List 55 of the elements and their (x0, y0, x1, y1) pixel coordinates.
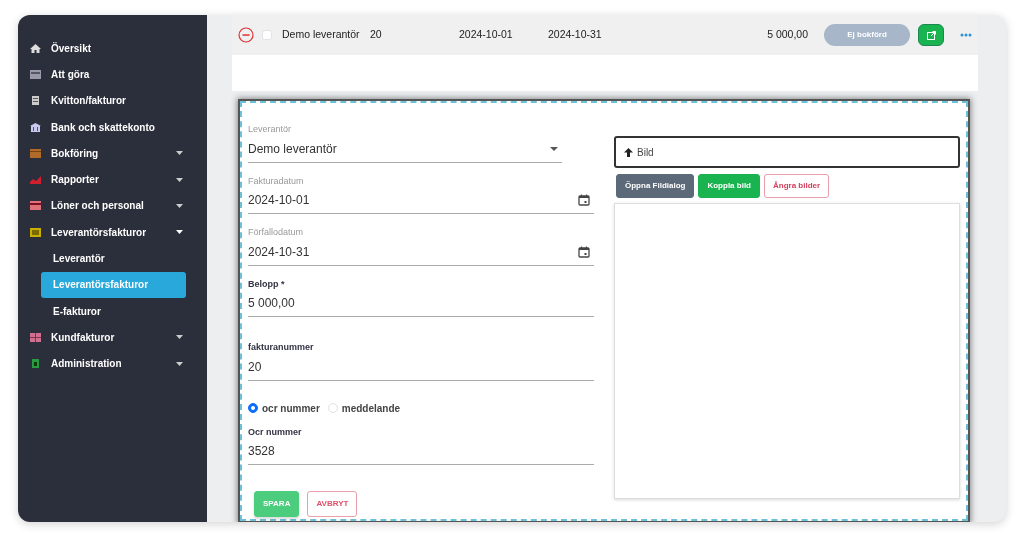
input-field[interactable]: 20 (248, 354, 594, 381)
invoice-icon (30, 227, 41, 237)
input-field[interactable]: 5 000,00 (248, 291, 594, 317)
input-field[interactable]: 2024-10-01 (248, 188, 594, 214)
cancel-button[interactable]: AVBRYT (307, 491, 358, 517)
sidebar-item[interactable]: Administration (18, 350, 207, 377)
input-field[interactable]: 3528 (248, 439, 594, 465)
collapse-icon[interactable] (238, 27, 254, 43)
external-link-icon (926, 30, 936, 40)
upload-icon (624, 147, 633, 157)
input-field[interactable]: Demo leverantör (248, 136, 562, 163)
sidebar-item[interactable]: Leverantörsfakturor (18, 219, 207, 246)
card-icon (30, 69, 41, 79)
sidebar-subitem[interactable]: Leverantör (41, 245, 186, 272)
sidebar-item[interactable]: Bank och skattekonto (18, 113, 207, 141)
more-icon[interactable] (960, 33, 972, 37)
sidebar-item[interactable]: Bokföring (18, 140, 207, 167)
radio-button[interactable] (248, 403, 258, 413)
grid-icon (30, 332, 41, 342)
field-label: Förfallodatum (248, 226, 305, 239)
radio-option[interactable]: meddelande (327, 400, 401, 416)
sidebar-subitem[interactable]: E-fakturor (41, 297, 186, 325)
folder-icon (30, 148, 41, 158)
edit-button[interactable] (918, 24, 944, 46)
field-label: Leverantör (248, 123, 293, 136)
field-label: fakturanummer (248, 341, 315, 354)
table-cell-text: 20 (370, 27, 383, 43)
receipt-icon (30, 96, 41, 106)
sidebar-item[interactable]: Rapporter (18, 166, 207, 193)
field-label: Fakturadatum (248, 174, 305, 188)
field-label: Ocr nummer (248, 425, 303, 439)
radio-option[interactable]: ocr nummer (248, 400, 320, 416)
bank-icon (30, 122, 41, 132)
table-cell-text: 2024-10-31 (548, 27, 603, 43)
chart-icon (30, 175, 41, 185)
document-icon (30, 359, 41, 369)
sidebar-item[interactable]: Kundfakturor (18, 324, 207, 351)
input-field[interactable]: 2024-10-31 (248, 239, 594, 266)
calendar-icon[interactable] (578, 194, 590, 206)
field-label: Belopp * (248, 277, 286, 291)
sidebar-item[interactable]: Löner och personal (18, 192, 207, 220)
row-checkbox[interactable] (262, 30, 272, 40)
sidebar-item[interactable]: Översikt (18, 35, 207, 62)
card-icon (30, 201, 41, 211)
dropdown-icon (550, 146, 558, 151)
calendar-icon[interactable] (578, 245, 590, 258)
house-icon (30, 43, 41, 53)
open-file-button[interactable]: Öppna Fildialog (616, 174, 695, 198)
sidebar-item[interactable]: Att göra (18, 61, 207, 88)
undo-images-button[interactable]: Ångra bilder (764, 174, 830, 198)
upload-field[interactable]: Bild (614, 136, 960, 168)
table-cell-text: 2024-10-01 (459, 27, 514, 43)
table-cell: 5 000,00 (767, 27, 808, 43)
sidebar-item[interactable]: Kvitton/fakturor (18, 87, 207, 114)
table-cell-text: Demo leverantör (282, 27, 361, 43)
